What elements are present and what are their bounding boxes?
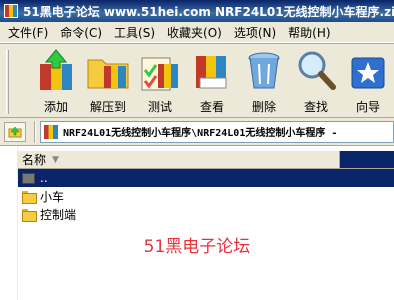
file-name: 小车 xyxy=(40,189,65,204)
up-folder-icon xyxy=(8,126,22,137)
menu-commands[interactable]: 命令(C) xyxy=(54,24,108,41)
add-button[interactable]: 添加 xyxy=(30,48,82,115)
extract-to-button[interactable]: 解压到 xyxy=(82,48,134,115)
find-button[interactable]: 查找 xyxy=(290,48,342,115)
add-archive-icon xyxy=(34,48,78,92)
menu-options[interactable]: 选项(N) xyxy=(228,24,282,41)
view-button[interactable]: 查看 xyxy=(186,48,238,115)
list-item-parent-dir[interactable]: .. xyxy=(18,169,394,187)
address-path: NRF24L01无线控制小车程序\NRF24L01无线控制小车程序 - xyxy=(63,128,338,139)
winrar-app-icon xyxy=(4,4,18,18)
wizard-label: 向导 xyxy=(355,100,380,114)
extract-to-label: 解压到 xyxy=(89,100,126,114)
address-separator xyxy=(34,120,36,143)
add-label: 添加 xyxy=(43,100,68,114)
test-checklist-icon xyxy=(138,48,182,92)
list-item-folder[interactable]: 控制端 xyxy=(18,205,394,223)
window-title: 51黑电子论坛 www.51hei.com NRF24L01无线控制小车程序.z… xyxy=(23,4,394,19)
column-next-header[interactable] xyxy=(340,151,394,168)
parent-dir-icon xyxy=(22,172,35,184)
menu-favorites[interactable]: 收藏夹(O) xyxy=(161,24,228,41)
column-name-label: 名称 xyxy=(22,153,47,167)
toolbar: 添加 解压到 测试 查看 删除 查找 向导 xyxy=(0,43,394,118)
address-bar: NRF24L01无线控制小车程序\NRF24L01无线控制小车程序 - xyxy=(0,118,394,146)
folder-icon xyxy=(22,190,37,204)
file-name: 控制端 xyxy=(40,207,77,222)
find-magnifier-icon xyxy=(294,48,338,92)
find-label: 查找 xyxy=(303,100,328,114)
menu-tools[interactable]: 工具(S) xyxy=(108,24,161,41)
title-bar[interactable]: 51黑电子论坛 www.51hei.com NRF24L01无线控制小车程序.z… xyxy=(0,0,394,22)
menu-file[interactable]: 文件(F) xyxy=(2,24,54,41)
view-book-icon xyxy=(190,48,234,92)
folder-icon xyxy=(22,208,37,222)
delete-trash-icon xyxy=(242,48,286,92)
delete-button[interactable]: 删除 xyxy=(238,48,290,115)
toolbar-grip[interactable] xyxy=(6,50,9,114)
test-button[interactable]: 测试 xyxy=(134,48,186,115)
view-label: 查看 xyxy=(199,100,224,114)
wizard-button[interactable]: 向导 xyxy=(342,48,394,115)
sort-arrow-icon: ▼ xyxy=(52,154,59,165)
left-margin xyxy=(0,146,18,300)
wizard-icon xyxy=(346,48,390,92)
column-name-header[interactable]: 名称 ▼ xyxy=(18,151,340,168)
menu-help[interactable]: 帮助(H) xyxy=(282,24,336,41)
watermark-text: 51黑电子论坛 xyxy=(143,237,251,257)
archive-icon xyxy=(44,124,58,139)
test-label: 测试 xyxy=(147,100,172,114)
delete-label: 删除 xyxy=(251,100,276,114)
up-folder-button[interactable] xyxy=(4,121,26,142)
extract-folder-icon xyxy=(86,48,130,92)
list-item-folder[interactable]: 小车 xyxy=(18,187,394,205)
file-name: .. xyxy=(40,171,48,185)
address-field[interactable]: NRF24L01无线控制小车程序\NRF24L01无线控制小车程序 - xyxy=(40,120,394,143)
column-header: 名称 ▼ xyxy=(18,151,394,169)
menu-bar: 文件(F) 命令(C) 工具(S) 收藏夹(O) 选项(N) 帮助(H) xyxy=(0,22,394,43)
